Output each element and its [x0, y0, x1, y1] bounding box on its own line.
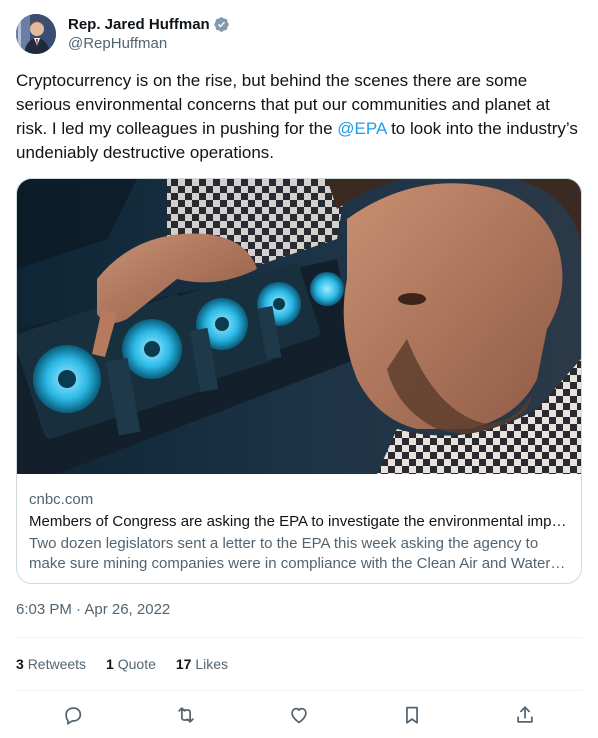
quotes-count: 1	[106, 656, 114, 672]
likes-label: Likes	[195, 656, 229, 672]
likes-stat[interactable]: 17 Likes	[176, 656, 228, 672]
likes-count: 17	[175, 656, 192, 672]
retweet-icon	[178, 707, 194, 723]
reply-icon	[64, 707, 81, 725]
card-domain: cnbc.com	[29, 491, 94, 508]
share-icon	[517, 706, 534, 723]
retweets-count: 3	[16, 656, 24, 672]
retweets-stat[interactable]: 3 Retweets	[16, 656, 86, 672]
verified-badge-icon	[213, 16, 230, 33]
bookmark-icon	[406, 706, 419, 724]
action-bar	[16, 700, 582, 730]
heart-icon	[291, 707, 307, 724]
divider-bottom	[16, 690, 582, 691]
author-names: Rep. Jared Huffman @RepHuffman	[68, 14, 230, 54]
tweet-text: Cryptocurrency is on the rise, but behin…	[16, 69, 582, 165]
mention-link[interactable]: @EPA	[337, 119, 386, 138]
engagement-stats: 3 Retweets 1 Quote 17 Likes	[16, 654, 248, 674]
quotes-stat[interactable]: 1 Quote	[106, 656, 156, 672]
author-display-name[interactable]: Rep. Jared Huffman	[68, 16, 210, 33]
divider-top	[16, 637, 582, 638]
link-card[interactable]: cnbc.com Members of Congress are asking …	[16, 178, 582, 584]
share-button[interactable]	[510, 700, 540, 730]
card-image[interactable]	[17, 179, 581, 474]
tweet-header: Rep. Jared Huffman @RepHuffman	[16, 12, 582, 56]
author-handle[interactable]: @RepHuffman	[68, 34, 230, 54]
card-description: Two dozen legislators sent a letter to t…	[29, 535, 551, 572]
retweet-button[interactable]	[171, 700, 201, 730]
card-body: cnbc.com Members of Congress are asking …	[17, 475, 581, 583]
card-title[interactable]: Members of Congress are asking the EPA t…	[29, 512, 569, 532]
reply-button[interactable]	[58, 700, 88, 730]
bookmark-button[interactable]	[397, 700, 427, 730]
like-button[interactable]	[284, 700, 314, 730]
retweets-label: Retweets	[27, 656, 87, 672]
author-avatar[interactable]	[16, 14, 56, 54]
tweet-timestamp[interactable]: 6:03 PM · Apr 26, 2022	[16, 600, 170, 620]
quotes-label: Quote	[117, 656, 156, 672]
